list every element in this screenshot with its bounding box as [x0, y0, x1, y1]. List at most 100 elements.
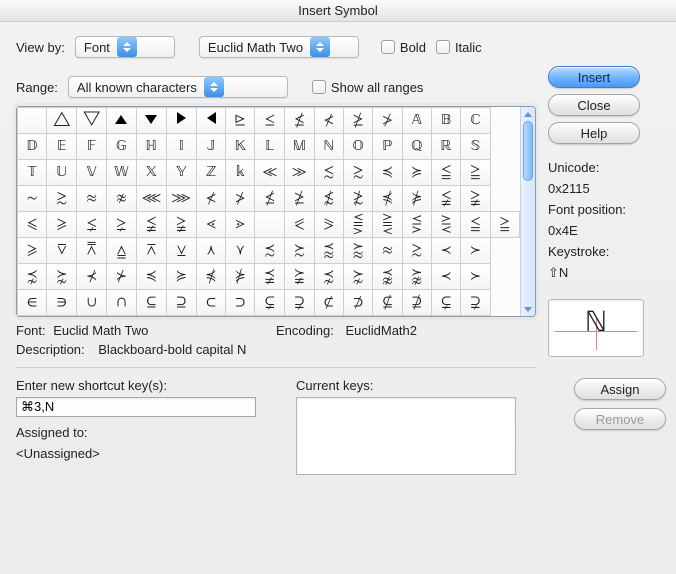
symbol-cell[interactable]: ⋏ [196, 238, 225, 264]
help-button[interactable]: Help [548, 122, 640, 144]
symbol-cell[interactable]: ≳ [343, 160, 372, 186]
symbol-cell[interactable]: ⋩ [343, 264, 372, 290]
symbol-cell[interactable]: ⋗ [226, 212, 255, 238]
symbol-cell[interactable] [18, 108, 47, 134]
symbol-cell[interactable] [136, 108, 166, 134]
viewby-mode-select[interactable]: Font [75, 36, 175, 58]
symbol-cell[interactable]: ⊋ [285, 290, 315, 316]
symbol-cell[interactable]: ≈ [77, 186, 107, 212]
symbol-cell[interactable]: ⋡ [226, 264, 255, 290]
symbol-cell[interactable] [166, 108, 196, 134]
symbol-cell[interactable]: ∋ [47, 290, 77, 316]
symbol-cell[interactable]: ≪ [255, 160, 285, 186]
symbol-cell[interactable]: ≫ [285, 160, 315, 186]
symbol-cell[interactable]: 𝕏 [136, 160, 166, 186]
symbol-cell[interactable]: ≼ [373, 160, 402, 186]
symbol-cell[interactable]: ⊃ [226, 290, 255, 316]
symbol-cell[interactable]: ≮ [196, 186, 225, 212]
scroll-thumb[interactable] [523, 121, 533, 181]
symbol-cell[interactable] [196, 108, 225, 134]
symbol-cell[interactable] [107, 108, 137, 134]
symbol-cell[interactable]: ▽ [77, 108, 107, 134]
grid-scrollbar[interactable] [520, 107, 535, 316]
symbol-cell[interactable]: ⋠ [373, 186, 402, 212]
symbol-cell[interactable]: 𝕐 [166, 160, 196, 186]
symbol-cell[interactable]: 𝕃 [255, 134, 285, 160]
font-select[interactable]: Euclid Math Two [199, 36, 359, 58]
symbol-cell[interactable]: 𝔼 [47, 134, 77, 160]
symbol-cell[interactable]: ≦ [431, 160, 460, 186]
range-select[interactable]: All known characters [68, 76, 288, 98]
symbol-cell[interactable]: ≿ [285, 238, 315, 264]
symbol-cell[interactable]: ⊇ [166, 290, 196, 316]
symbol-cell[interactable]: ⊼ [136, 238, 166, 264]
symbol-cell[interactable]: ⊽ [47, 238, 77, 264]
symbol-cell[interactable]: ≨ [431, 186, 460, 212]
symbol-cell[interactable]: ≯ [373, 108, 402, 134]
close-button[interactable]: Close [548, 94, 640, 116]
symbol-cell[interactable]: 𝕆 [343, 134, 372, 160]
symbol-cell[interactable]: ≦ [461, 212, 490, 238]
symbol-cell[interactable]: ≻ [461, 238, 490, 264]
symbol-cell[interactable]: ≯ [226, 186, 255, 212]
symbol-cell[interactable]: 𝔸 [402, 108, 431, 134]
symbol-cell[interactable]: ⊆ [136, 290, 166, 316]
symbol-cell[interactable]: ℍ [136, 134, 166, 160]
symbol-cell[interactable]: 𝕄 [285, 134, 315, 160]
symbol-cell[interactable]: ⋖ [196, 212, 225, 238]
symbol-cell[interactable]: 𝕂 [226, 134, 255, 160]
symbol-cell[interactable]: ≺ [431, 264, 460, 290]
symbol-cell[interactable]: ⪌ [373, 212, 402, 238]
symbol-cell[interactable]: ⋩ [47, 264, 77, 290]
assign-button[interactable]: Assign [574, 378, 666, 400]
symbol-cell[interactable]: ∈ [18, 290, 47, 316]
symbol-cell[interactable]: ⪶ [285, 264, 315, 290]
current-keys-list[interactable] [296, 397, 516, 475]
symbol-cell[interactable]: ⩞ [77, 238, 107, 264]
symbol-cell[interactable]: ⪹ [373, 264, 402, 290]
symbol-cell[interactable]: ⊀ [77, 264, 107, 290]
symbol-cell[interactable]: ≰ [285, 108, 315, 134]
symbol-cell[interactable]: 𝕋 [18, 160, 47, 186]
symbol-cell[interactable]: ≉ [107, 186, 137, 212]
symbol-cell[interactable]: ∼ [18, 186, 47, 212]
symbol-cell[interactable]: ⊊ [255, 290, 285, 316]
symbol-cell[interactable]: ℙ [373, 134, 402, 160]
symbol-cell[interactable]: ⋠ [196, 264, 225, 290]
symbol-cell[interactable]: 𝔾 [107, 134, 137, 160]
symbol-cell[interactable]: ≺ [431, 238, 460, 264]
symbol-cell[interactable]: ≱ [343, 108, 372, 134]
symbol-cell[interactable]: ≩ [461, 186, 490, 212]
symbol-cell[interactable]: ≾ [255, 238, 285, 264]
insert-button[interactable]: Insert [548, 66, 640, 88]
symbol-cell[interactable]: ∪ [77, 290, 107, 316]
symbol-cell[interactable]: ⩠ [107, 238, 137, 264]
symbol-cell[interactable]: ≵ [343, 186, 372, 212]
symbol-cell[interactable]: ⩾ [18, 238, 47, 264]
symbol-cell[interactable]: ℚ [402, 134, 431, 160]
symbol-cell[interactable]: ≱ [285, 186, 315, 212]
symbol-cell[interactable]: 𝕍 [77, 160, 107, 186]
symbol-cell[interactable]: ⪵ [255, 264, 285, 290]
symbol-cell[interactable]: ≲ [314, 160, 343, 186]
symbol-cell[interactable]: ⊁ [107, 264, 137, 290]
symbol-cell[interactable]: ≈ [373, 238, 402, 264]
symbol-cell[interactable]: ⋨ [18, 264, 47, 290]
symbol-cell[interactable]: ≧ [490, 212, 519, 238]
symbol-cell[interactable]: ⪷ [314, 238, 343, 264]
remove-button[interactable]: Remove [574, 408, 666, 430]
symbol-cell[interactable]: ∩ [107, 290, 137, 316]
italic-checkbox[interactable]: Italic [436, 40, 482, 55]
symbol-cell[interactable]: 𝕌 [47, 160, 77, 186]
symbol-cell[interactable]: ≰ [255, 186, 285, 212]
symbol-cell[interactable]: ⋨ [314, 264, 343, 290]
symbol-cell[interactable]: ⋙ [166, 186, 196, 212]
symbol-cell[interactable]: ℝ [431, 134, 460, 160]
symbol-cell[interactable]: ⊋ [461, 290, 490, 316]
symbol-cell[interactable]: ⊄ [314, 290, 343, 316]
symbol-cell[interactable]: ⊊ [431, 290, 460, 316]
symbol-cell[interactable]: ⪖ [314, 212, 343, 238]
symbol-cell[interactable] [255, 212, 285, 238]
symbol-cell[interactable]: ⋚ [402, 212, 431, 238]
symbol-cell[interactable]: 𝔹 [431, 108, 460, 134]
